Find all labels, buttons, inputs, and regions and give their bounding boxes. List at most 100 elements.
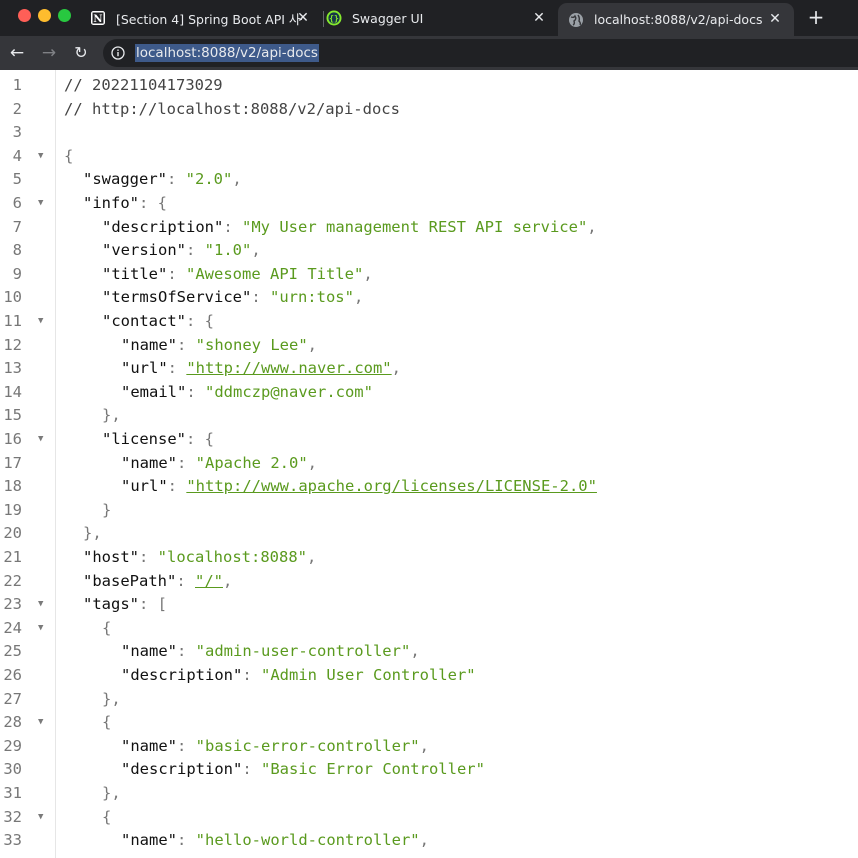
code-line: 5 "swagger": "2.0", [0,168,858,192]
line-number: 31 [3,784,22,802]
line-number: 13 [3,359,22,378]
json-brace: { [64,146,74,165]
json-brace: { [157,194,168,212]
collapse-toggle-icon[interactable]: ▼ [38,310,43,334]
line-number: 23 [3,595,22,614]
json-string: "urn:tos" [269,288,354,307]
json-brace: }, [83,524,102,543]
code-line: 4 ▼ { [0,145,858,169]
json-entry: "url": "http://www.naver.com", [121,359,401,378]
code-line: 29 "name": "basic-error-controller", [0,735,858,759]
line-number: 2 [12,99,22,118]
json-key: "termsOfService" [102,288,252,307]
code-line: 15}, [0,404,858,428]
tab-notion-section4[interactable]: N [Section 4] Spring Boot API 사용 ✕ [90,2,322,34]
collapse-toggle-icon[interactable]: ▼ [38,428,43,452]
json-key: "version" [102,241,186,260]
line-number: 7 [12,217,22,236]
line-number: 26 [3,666,22,684]
tab-title: [Section 4] Spring Boot API 사용 [116,11,302,27]
json-key: "title" [102,264,168,283]
code-line: 31}, [0,782,858,806]
code-line: 19} [0,499,858,523]
collapse-toggle-icon[interactable]: ▼ [38,593,43,617]
line-number: 9 [12,264,22,283]
notion-icon: N [90,10,106,26]
line-number: 14 [3,382,22,401]
line-number: 25 [3,642,22,661]
code-line: 32 ▼ { [0,806,858,830]
json-viewer: 1 // 20221104173029 2 // http://localhost:… [0,70,858,858]
address-bar[interactable]: localhost:8088/v2/api-docs [103,39,858,67]
json-key: "info" [83,194,139,212]
new-tab-button[interactable]: + [806,6,826,28]
code-line: 17 "name": "Apache 2.0", [0,452,858,476]
code-line: 26 "description": "Admin User Controller" [0,664,858,688]
collapse-toggle-icon[interactable]: ▼ [38,617,43,641]
close-window-button[interactable] [18,9,31,22]
json-string: "Awesome API Title" [186,264,364,283]
json-brace: }, [102,784,121,802]
line-number: 27 [3,689,22,708]
tab-api-docs-active[interactable]: localhost:8088/v2/api-docs ✕ [558,3,794,36]
info-icon[interactable] [111,45,125,60]
browser-toolbar: ← → ↻ localhost:8088/v2/api-docs [0,36,858,70]
line-number: 1 [12,76,22,94]
code-line: 21 "host": "localhost:8088", [0,546,858,570]
code-line: 10 "termsOfService": "urn:tos", [0,286,858,310]
json-entry: "title": "Awesome API Title", [102,264,373,283]
code-line: 13 "url": "http://www.naver.com", [0,357,858,381]
collapse-toggle-icon[interactable]: ▼ [38,192,43,216]
code-line: 3 [0,121,858,145]
json-string: "localhost:8088" [157,548,307,566]
json-entry: "description": "Admin User Controller" [121,666,476,684]
json-string: "1.0" [204,241,252,260]
json-string: "2.0" [185,170,233,189]
collapse-toggle-icon[interactable]: ▼ [38,806,43,830]
json-entry: "swagger": "2.0", [83,170,242,189]
json-url-link[interactable]: "http://www.naver.com" [186,359,391,377]
json-entry: "license": { [102,430,215,448]
code-line: 33 "name": "hello-world-controller", [0,829,858,853]
maximize-window-button[interactable] [58,9,71,22]
code-line: 22 "basePath": "/", [0,570,858,594]
json-brace: }, [102,406,121,425]
close-tab-icon[interactable]: ✕ [296,10,310,26]
json-key: "name" [121,736,177,755]
code-line: 18 "url": "http://www.apache.org/licenses… [0,475,858,499]
code-line: 24 ▼ { [0,617,858,641]
close-tab-icon[interactable]: ✕ [532,10,546,26]
json-url-link[interactable]: "http://www.apache.org/licenses/LICENSE-… [186,477,597,495]
json-key: "description" [121,666,243,684]
svg-text:N: N [93,14,102,25]
back-button[interactable]: ← [6,42,28,64]
json-key: "host" [83,548,139,566]
tab-swagger-ui[interactable]: {} Swagger UI ✕ [326,2,558,34]
swagger-icon: {} [326,10,342,26]
json-url-link[interactable]: "/" [195,572,223,590]
forward-button[interactable]: → [38,42,60,64]
minimize-window-button[interactable] [38,9,51,22]
collapse-toggle-icon[interactable]: ▼ [38,145,43,169]
json-entry: "name": "basic-error-controller", [121,736,429,755]
json-entry: "email": "ddmczp@naver.com" [121,382,373,401]
json-entry: "version": "1.0", [102,241,261,260]
svg-text:{}: {} [329,14,339,23]
code-line: 27}, [0,688,858,712]
json-key: "swagger" [83,170,167,189]
code-line: 9 "title": "Awesome API Title", [0,263,858,287]
line-number: 21 [3,548,22,566]
collapse-toggle-icon[interactable]: ▼ [38,711,43,735]
line-number: 30 [3,760,22,779]
json-key: "name" [121,831,177,850]
reload-button[interactable]: ↻ [70,42,92,64]
line-number: 28 [3,713,22,732]
json-key: "contact" [102,312,186,330]
json-string: "shoney Lee" [195,335,308,354]
json-bracket: [ [157,595,168,614]
json-entry: "name": "hello-world-controller", [121,831,429,850]
code-line: 20}, [0,522,858,546]
code-line: 16 ▼ "license": { [0,428,858,452]
close-tab-icon[interactable]: ✕ [768,11,782,27]
url-text[interactable]: localhost:8088/v2/api-docs [135,44,319,62]
